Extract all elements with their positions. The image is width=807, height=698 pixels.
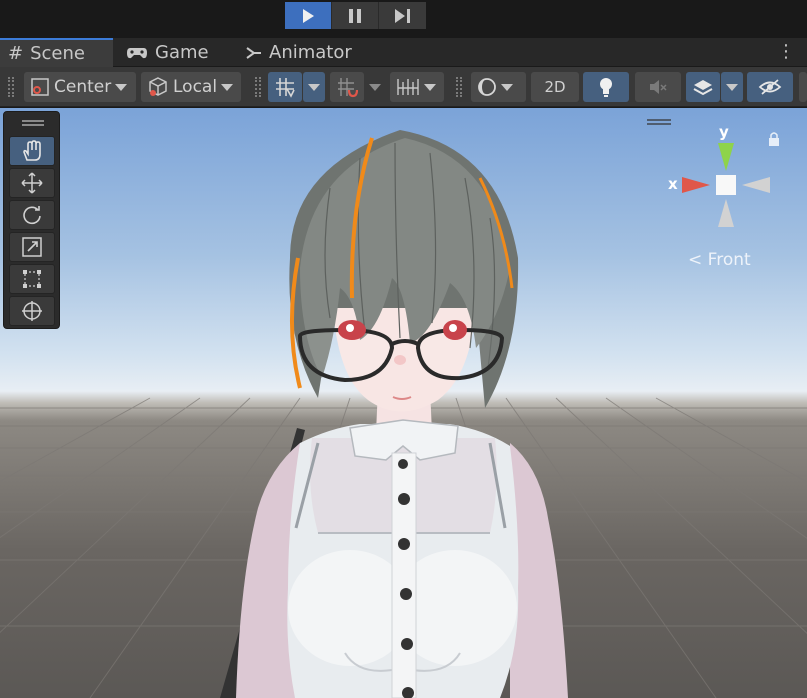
chevron-down-icon [726,83,738,91]
toolbar-overflow-edge [799,72,807,102]
scene-lighting-button[interactable] [583,72,629,102]
tab-animator-label: Animator [269,42,352,63]
more-options-icon[interactable]: ⋮ [777,41,795,62]
transform-icon [22,301,42,321]
pause-icon [349,8,361,23]
rect-transform-icon [23,270,41,288]
chevron-down-icon [369,83,381,91]
toggle-2d-button[interactable]: 2D [531,72,579,102]
tool-palette [3,111,60,329]
move-tool-button[interactable] [9,168,55,198]
animator-icon [246,46,261,59]
snap-magnet-icon [338,78,358,98]
gamepad-icon [127,47,147,58]
rotate-tool-button[interactable] [9,200,55,230]
scale-icon [22,237,42,257]
tab-animator[interactable]: Animator [238,38,368,67]
scene-effects-button[interactable] [686,72,720,102]
snap-options-dropdown[interactable] [364,72,386,102]
step-button[interactable] [379,2,426,29]
play-controls-bar [0,0,807,36]
toolbar-grip [456,77,462,97]
hidden-objects-toggle[interactable] [747,72,793,102]
lightbulb-icon [600,78,612,97]
gizmo-y-label: y [719,123,729,141]
axis-gizmo-icon [682,132,779,227]
grid-hash-icon: # [8,43,24,64]
eye-slash-icon [758,79,782,95]
play-button[interactable] [285,2,332,29]
layers-effects-icon [693,80,713,96]
grid-options-dropdown[interactable] [303,72,325,102]
lock-icon [769,132,779,146]
toggle-2d-label: 2D [544,78,566,96]
gizmo-x-label: x [668,175,678,193]
toolbar-grip [8,77,14,97]
ruler-icon [397,79,419,95]
space-mode-label: Local [173,77,218,97]
hand-icon [23,140,41,161]
pivot-mode-label: Center [54,77,112,97]
draw-mode-dropdown[interactable] [471,72,526,102]
scene-toolbar: Center Local 2D [0,67,807,107]
scene-effects-dropdown[interactable] [721,72,743,102]
scene-audio-button[interactable] [635,72,681,102]
chevron-left-icon: < [688,250,703,270]
grid-visibility-button[interactable] [268,72,302,102]
tab-game-label: Game [155,42,209,63]
editor-tab-bar: # Scene Game Animator ⋮ [0,38,807,67]
tool-palette-handle[interactable] [22,120,44,126]
pause-button[interactable] [332,2,379,29]
chevron-down-icon [308,83,320,91]
move-arrows-icon [21,172,43,194]
play-controls [285,2,426,29]
view-orientation-label[interactable]: < Front [688,250,751,270]
play-icon [303,8,314,23]
view-orientation-text: Front [707,250,751,270]
tab-scene[interactable]: # Scene [0,38,113,67]
speaker-muted-icon [650,80,667,94]
tab-scene-label: Scene [30,43,85,64]
shading-sphere-icon [478,78,496,96]
space-mode-dropdown[interactable]: Local [141,72,241,102]
pivot-mode-dropdown[interactable]: Center [24,72,136,102]
chevron-down-icon [424,83,436,91]
right-sleeve [510,443,568,698]
hand-tool-button[interactable] [9,136,55,166]
local-cube-icon [149,77,167,96]
rect-tool-button[interactable] [9,264,55,294]
transform-tool-button[interactable] [9,296,55,326]
toolbar-grip [255,77,261,97]
pivot-center-icon [31,78,49,96]
increment-snap-button[interactable] [390,72,444,102]
chevron-down-icon [501,83,513,91]
chevron-down-icon [115,83,128,91]
chevron-down-icon [221,83,234,91]
snap-increment-button[interactable] [330,72,364,102]
grid-snap-icon [276,78,295,98]
tab-game[interactable]: Game [118,38,223,67]
step-icon [394,8,410,23]
scale-tool-button[interactable] [9,232,55,262]
rotate-icon [23,206,41,225]
